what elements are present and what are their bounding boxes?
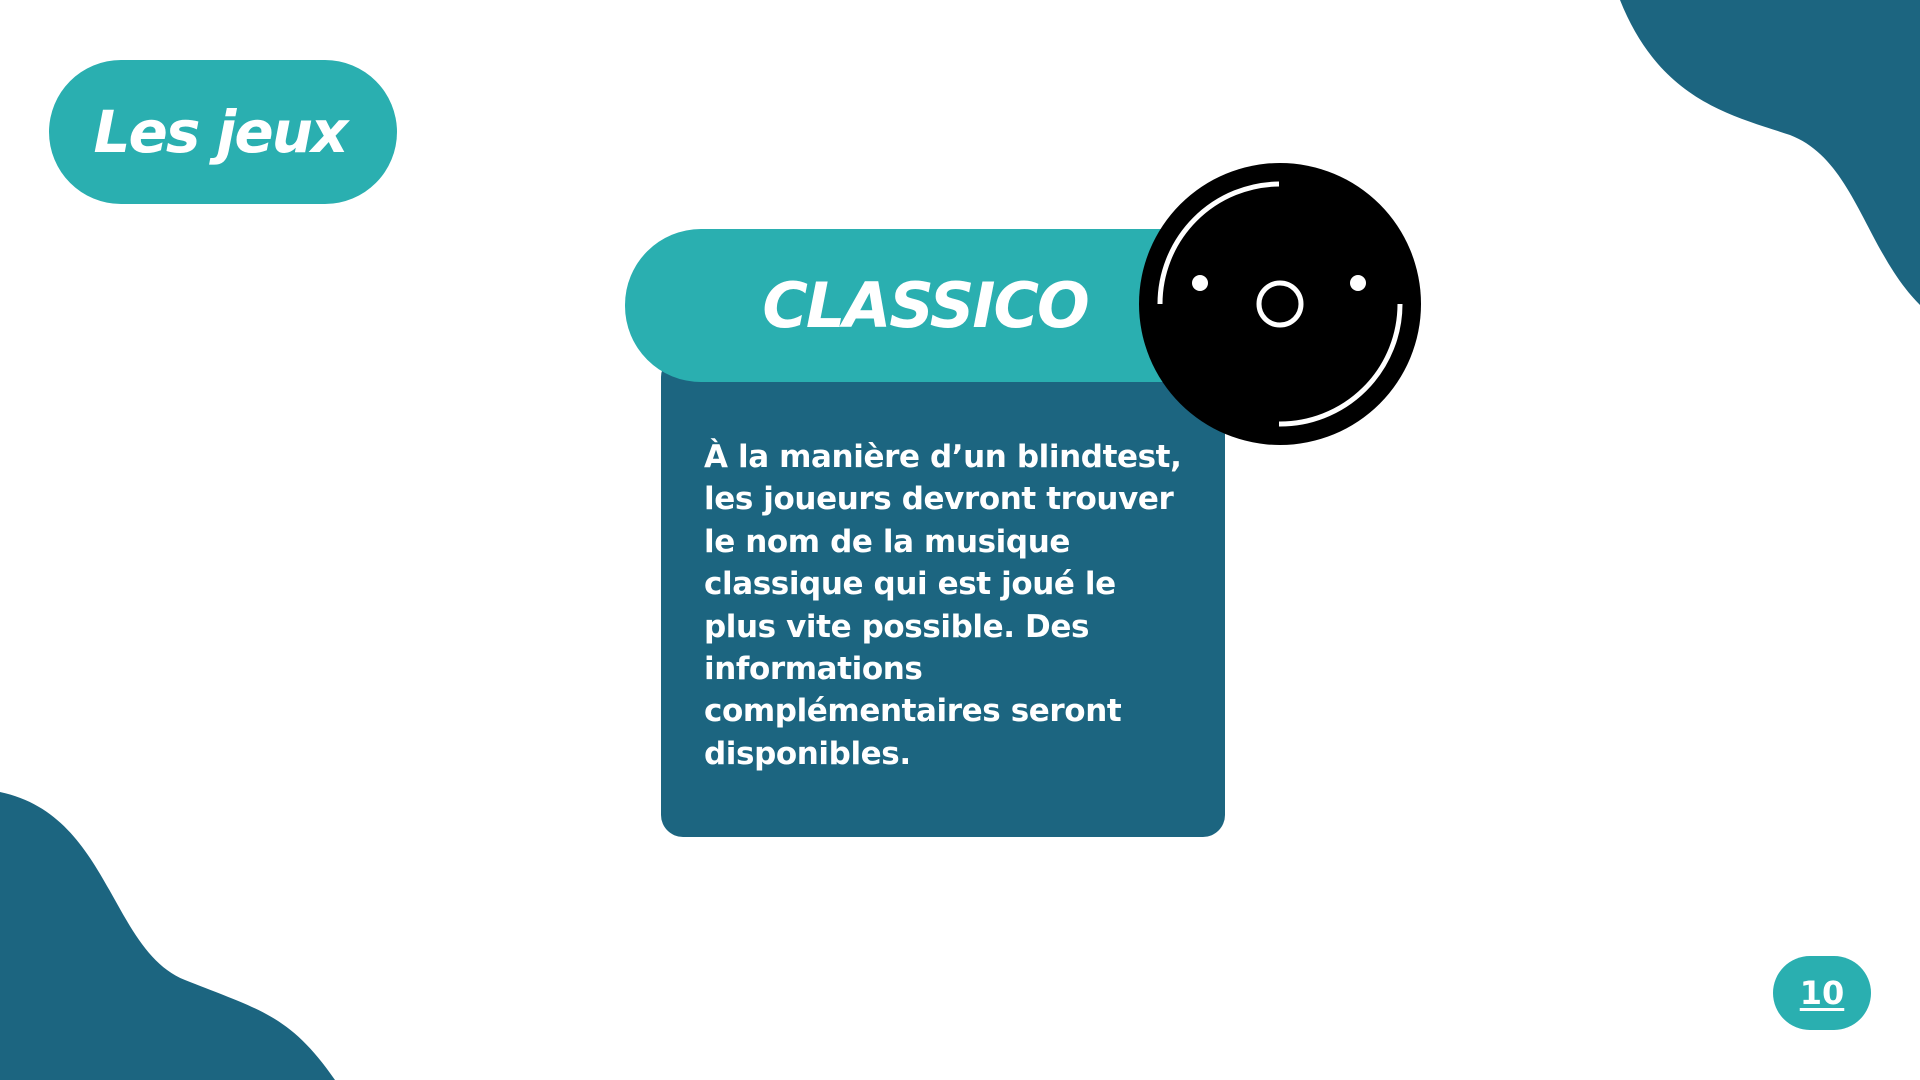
game-card-header: CLASSICO [625,229,1185,382]
game-card-description: À la manière d’un blindtest, les joueurs… [704,439,1182,772]
page-number-badge: 10 [1773,956,1871,1030]
section-title-pill: Les jeux [49,60,397,204]
section-title: Les jeux [93,98,349,166]
decorative-blob-top-right [1620,0,1920,305]
page-number: 10 [1799,974,1845,1012]
decorative-blob-bottom-left [0,792,335,1080]
vinyl-record-icon [1139,163,1421,445]
game-card-title: CLASSICO [762,269,1089,342]
